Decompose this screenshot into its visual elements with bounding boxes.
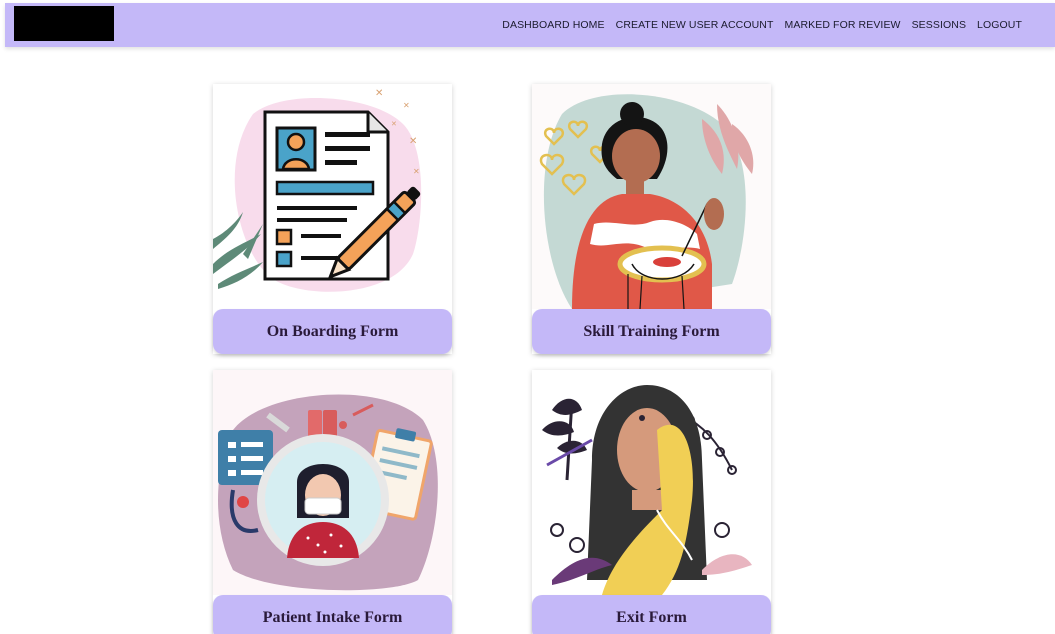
svg-text:✕: ✕ bbox=[375, 88, 383, 99]
nav-marked-for-review[interactable]: MARKED FOR REVIEW bbox=[785, 19, 901, 31]
skill-training-form-card[interactable]: Skill Training Form bbox=[532, 84, 771, 354]
document-pen-icon: ✕ ✕ ✕ ✕ ✕ bbox=[213, 84, 452, 309]
nav-sessions[interactable]: SESSIONS bbox=[912, 19, 966, 31]
patient-intake-form-card[interactable]: Patient Intake Form bbox=[213, 370, 452, 634]
exit-form-label[interactable]: Exit Form bbox=[532, 595, 771, 634]
nav-links: DASHBOARD HOME CREATE NEW USER ACCOUNT M… bbox=[502, 3, 1022, 47]
nav-create-new-user-account[interactable]: CREATE NEW USER ACCOUNT bbox=[616, 19, 774, 31]
woman-saree-icon bbox=[532, 370, 771, 595]
svg-text:✕: ✕ bbox=[403, 101, 410, 110]
masked-patient-icon bbox=[213, 370, 452, 595]
onboarding-form-card[interactable]: ✕ ✕ ✕ ✕ ✕ On Boarding Form bbox=[213, 84, 452, 354]
svg-text:✕: ✕ bbox=[391, 121, 397, 128]
svg-text:✕: ✕ bbox=[413, 167, 420, 176]
nav-dashboard-home[interactable]: DASHBOARD HOME bbox=[502, 19, 604, 31]
skill-training-form-label[interactable]: Skill Training Form bbox=[532, 309, 771, 354]
onboarding-form-label[interactable]: On Boarding Form bbox=[213, 309, 452, 354]
exit-form-card[interactable]: Exit Form bbox=[532, 370, 771, 634]
logo[interactable] bbox=[14, 6, 114, 41]
embroidery-woman-icon bbox=[532, 84, 771, 309]
patient-intake-form-label[interactable]: Patient Intake Form bbox=[213, 595, 452, 634]
svg-text:✕: ✕ bbox=[409, 136, 417, 147]
top-navbar: DASHBOARD HOME CREATE NEW USER ACCOUNT M… bbox=[5, 3, 1055, 47]
nav-logout[interactable]: LOGOUT bbox=[977, 19, 1022, 31]
